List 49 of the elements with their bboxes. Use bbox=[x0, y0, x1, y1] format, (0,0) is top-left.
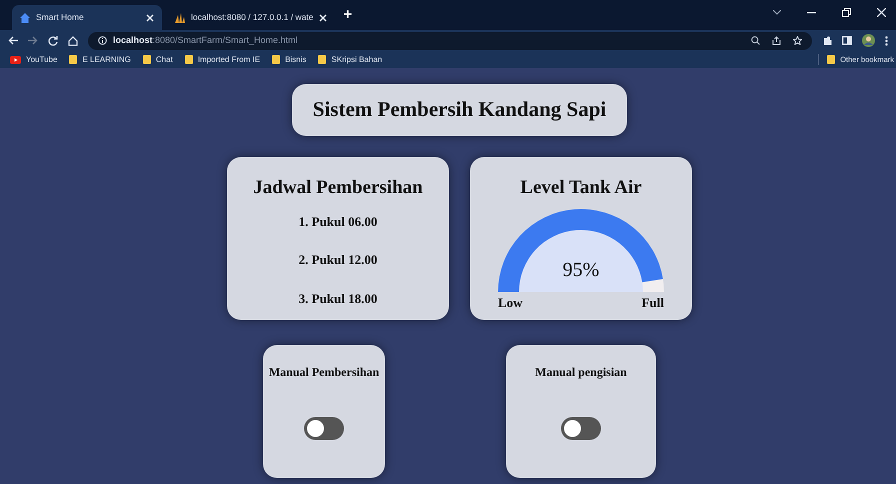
video-play-icon bbox=[10, 56, 21, 64]
close-icon[interactable] bbox=[146, 14, 154, 22]
new-tab-button[interactable]: + bbox=[343, 4, 352, 26]
close-icon[interactable] bbox=[877, 8, 886, 17]
info-icon bbox=[98, 36, 107, 45]
browser-tab[interactable]: Smart Home bbox=[12, 5, 162, 30]
toggle-switch[interactable] bbox=[304, 417, 344, 440]
house-icon bbox=[20, 12, 30, 22]
gauge-reading: 95% bbox=[562, 258, 600, 283]
folder-icon bbox=[184, 55, 193, 64]
bookmark-link[interactable]: Bisnis bbox=[285, 54, 306, 66]
bookmark-link[interactable]: YouTube bbox=[26, 54, 58, 66]
card-title: Jadwal Pembersihan bbox=[253, 177, 423, 200]
folder-icon bbox=[272, 55, 280, 64]
restore-icon[interactable] bbox=[842, 8, 851, 17]
card-title: Level Tank Air bbox=[520, 177, 642, 200]
address-bar[interactable]: localhost:8080/SmartFarm/Smart_Home.html bbox=[88, 32, 812, 50]
card-title: Manual Pembersihan bbox=[268, 365, 380, 380]
chevron-down-icon[interactable] bbox=[773, 10, 781, 15]
side-panel-icon[interactable] bbox=[842, 36, 852, 45]
folder-icon bbox=[318, 55, 326, 64]
bookmark-link[interactable]: Imported From IE bbox=[198, 54, 260, 66]
reload-icon[interactable] bbox=[48, 36, 58, 46]
gauge-label: Low bbox=[498, 294, 523, 312]
minimize-icon[interactable] bbox=[807, 12, 816, 14]
schedule-item: 3. Pukul 18.00 bbox=[298, 290, 378, 308]
avatar-icon[interactable] bbox=[862, 34, 875, 47]
star-icon[interactable] bbox=[793, 36, 802, 45]
forward-icon[interactable] bbox=[28, 36, 38, 45]
folder-icon bbox=[69, 55, 78, 64]
zoom-icon[interactable] bbox=[751, 36, 760, 45]
folder-icon bbox=[827, 55, 836, 64]
bookmark-link[interactable]: SKripsi Bahan bbox=[331, 54, 382, 66]
card-title: Manual pengisian bbox=[535, 365, 627, 380]
browser-tab[interactable]: localhost:8080 / 127.0.0.1 / wate bbox=[166, 5, 336, 30]
back-icon[interactable] bbox=[8, 36, 18, 45]
gauge-label: Full bbox=[642, 294, 664, 312]
share-icon[interactable] bbox=[772, 36, 781, 45]
schedule-item: 1. Pukul 06.00 bbox=[298, 212, 378, 231]
page-title: Sistem Pembersih Kandang Sapi bbox=[292, 84, 627, 136]
url-text: localhost:8080/SmartFarm/Smart_Home.html bbox=[113, 34, 299, 47]
bookmark-link[interactable]: Chat bbox=[156, 54, 173, 66]
close-icon[interactable] bbox=[319, 14, 328, 22]
menu-icon[interactable] bbox=[885, 36, 888, 46]
bookmark-link[interactable]: E LEARNING bbox=[82, 54, 131, 66]
toggle-switch[interactable] bbox=[561, 417, 601, 440]
folder-icon bbox=[142, 55, 151, 64]
schedule-item: 2. Pukul 12.00 bbox=[298, 251, 378, 270]
home-icon[interactable] bbox=[68, 36, 78, 46]
